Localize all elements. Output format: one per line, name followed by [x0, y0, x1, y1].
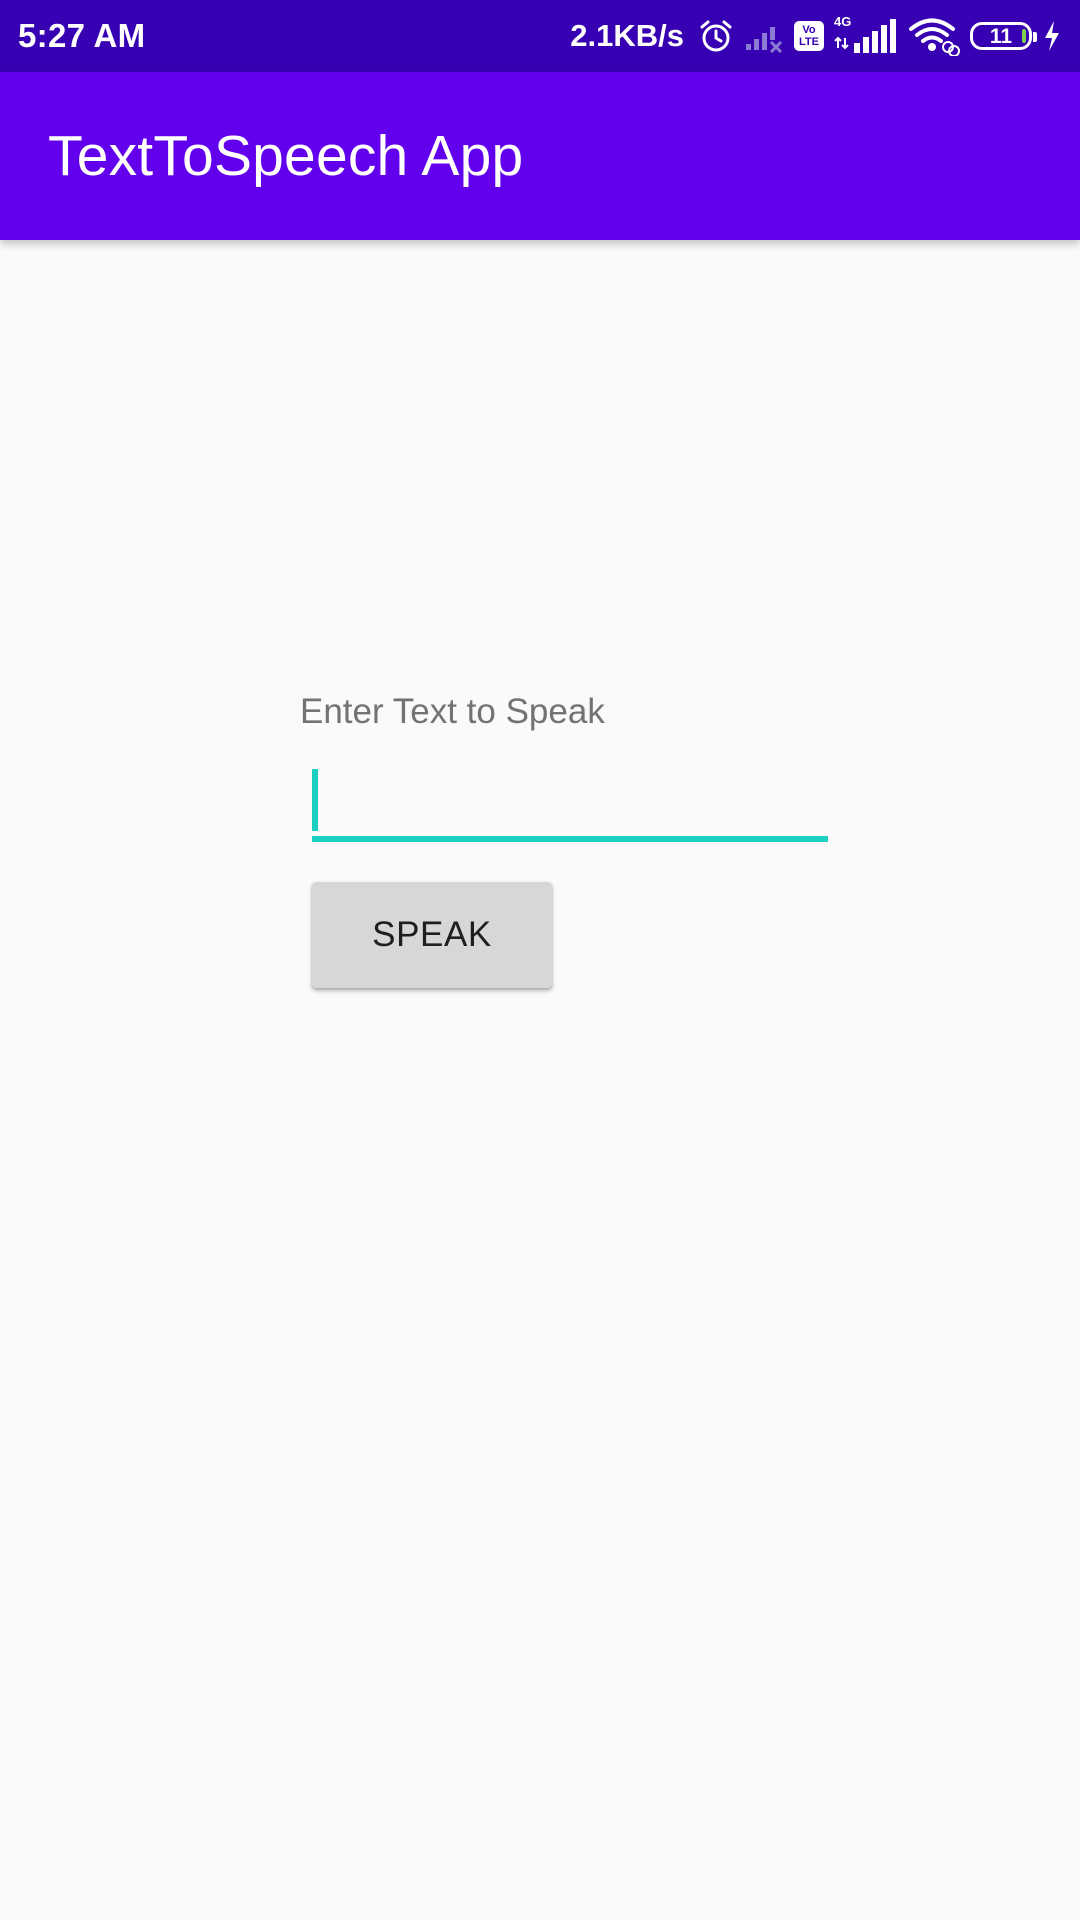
volte-label-top: Vo — [802, 24, 816, 36]
volte-label-bottom: LTE — [799, 36, 819, 48]
status-icons: 2.1KB/s Vo LTE 4G 11 — [570, 0, 1062, 72]
text-to-speak-input[interactable] — [312, 766, 828, 838]
status-time: 5:27 AM — [18, 17, 146, 54]
no-signal-icon — [744, 18, 784, 54]
battery-level: 11 — [989, 24, 1013, 48]
input-underline — [312, 836, 828, 842]
wifi-icon — [908, 16, 960, 56]
cell-signal-icon: 4G — [834, 14, 898, 56]
alarm-icon — [698, 18, 734, 54]
text-input-container[interactable] — [312, 766, 828, 842]
status-bar: 5:27 AM 2.1KB/s Vo LTE 4G 11 — [0, 0, 1080, 72]
volte-icon: Vo LTE — [794, 21, 824, 51]
network-speed: 2.1KB/s — [570, 18, 684, 53]
prompt-label: Enter Text to Speak — [300, 692, 605, 731]
text-cursor — [312, 769, 318, 831]
speak-button[interactable]: SPEAK — [312, 882, 552, 988]
battery-icon: 11 — [970, 22, 1037, 50]
app-title: TextToSpeech App — [48, 124, 524, 188]
app-bar: TextToSpeech App — [0, 72, 1080, 240]
charging-icon — [1042, 19, 1062, 53]
